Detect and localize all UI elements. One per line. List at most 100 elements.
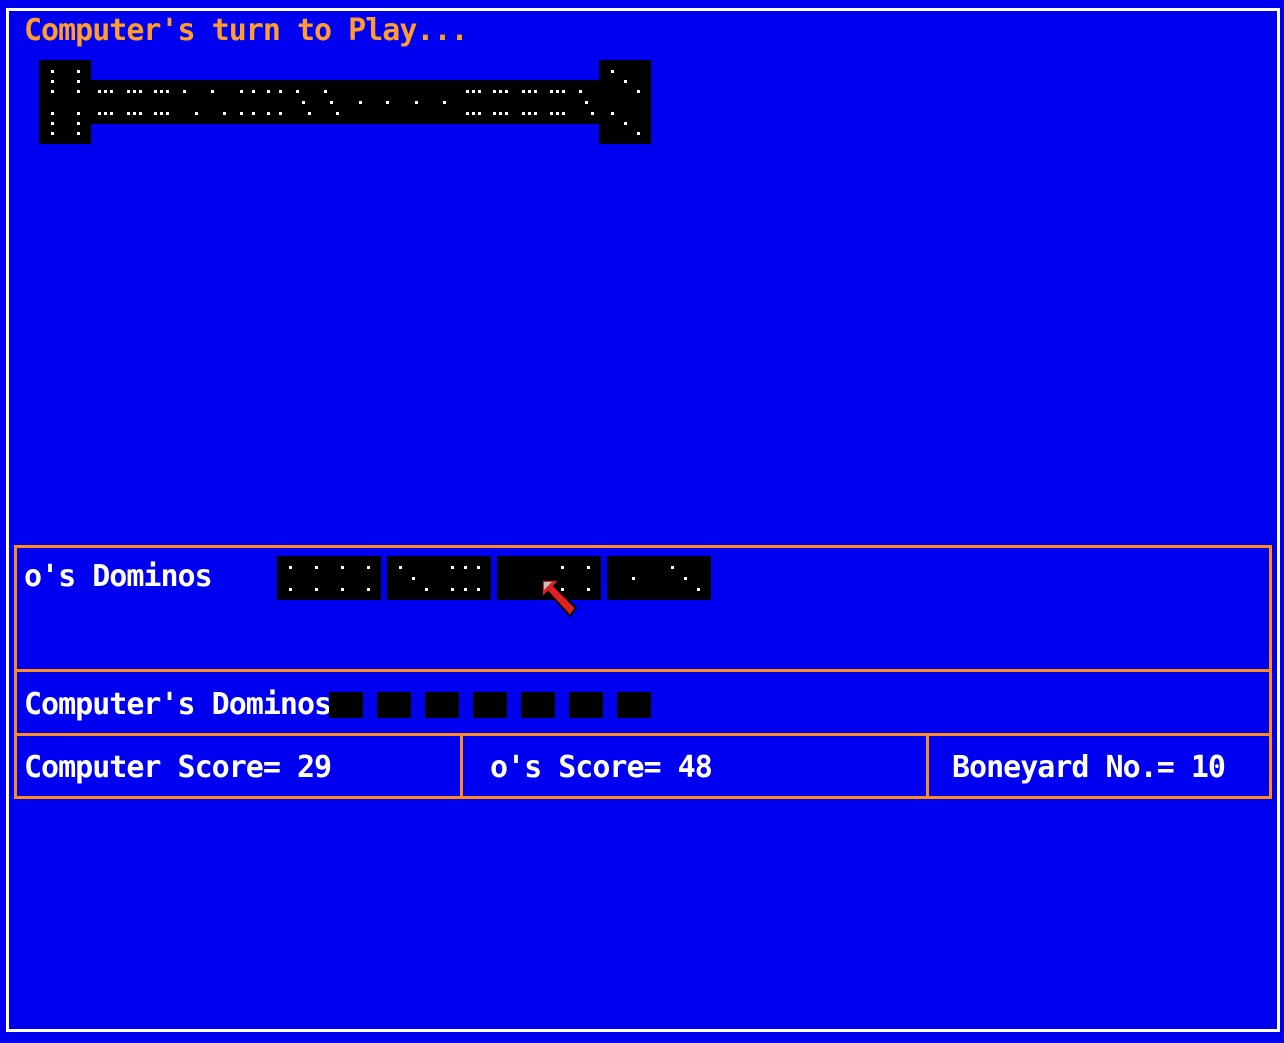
domino-pip bbox=[288, 566, 292, 570]
board-domino bbox=[204, 80, 261, 124]
domino-pip bbox=[587, 587, 591, 591]
domino-pip bbox=[521, 90, 525, 94]
domino-pip bbox=[223, 111, 227, 115]
hand-domino[interactable] bbox=[387, 556, 491, 600]
domino-pip bbox=[77, 122, 81, 125]
domino-pip bbox=[465, 90, 469, 94]
domino-pip bbox=[425, 587, 429, 591]
player-hand-label: o's Dominos bbox=[24, 559, 213, 594]
domino-pip bbox=[77, 80, 81, 83]
domino-pip bbox=[527, 111, 531, 115]
domino-pip bbox=[637, 90, 641, 94]
domino-pip bbox=[154, 111, 158, 115]
domino-pip bbox=[443, 101, 447, 104]
domino-pip bbox=[477, 111, 481, 115]
domino-pip bbox=[493, 90, 497, 94]
board-domino bbox=[91, 80, 148, 124]
board-domino bbox=[486, 80, 543, 124]
domino-pip bbox=[77, 111, 81, 115]
domino-pip bbox=[138, 90, 142, 94]
domino-pip bbox=[132, 111, 136, 115]
domino-pip bbox=[50, 80, 54, 83]
domino-pip bbox=[182, 90, 186, 94]
domino-pip bbox=[493, 111, 497, 115]
domino-pip bbox=[464, 566, 467, 570]
board-end-domino bbox=[599, 60, 651, 144]
domino-pip bbox=[166, 90, 170, 94]
domino-pip bbox=[610, 69, 614, 73]
domino-pip bbox=[239, 90, 243, 94]
domino-pip bbox=[251, 111, 255, 115]
facedown-domino bbox=[617, 692, 651, 718]
domino-pip bbox=[624, 80, 627, 83]
board-domino bbox=[260, 80, 317, 124]
domino-pip bbox=[315, 566, 319, 570]
domino-pip bbox=[414, 101, 418, 104]
domino-pip bbox=[50, 122, 54, 125]
domino-pip bbox=[239, 111, 243, 115]
board-domino bbox=[147, 80, 204, 124]
domino-pip bbox=[279, 111, 283, 115]
domino-pip bbox=[386, 101, 390, 104]
computer-hand-label: Computer's Dominos bbox=[24, 687, 332, 722]
domino-pip bbox=[398, 566, 402, 570]
facedown-domino bbox=[569, 692, 603, 718]
domino-pip bbox=[336, 111, 340, 115]
domino-pip bbox=[160, 90, 164, 94]
domino-pip bbox=[670, 566, 674, 570]
domino-pip bbox=[412, 577, 415, 580]
domino-pip bbox=[465, 111, 469, 115]
domino-pip bbox=[126, 90, 130, 94]
domino-pip bbox=[471, 111, 475, 115]
domino-pip bbox=[358, 101, 362, 104]
domino-pip bbox=[584, 101, 588, 104]
domino-pip bbox=[194, 111, 198, 115]
domino-pip bbox=[562, 111, 566, 115]
domino-pip bbox=[550, 111, 554, 115]
domino-pip bbox=[267, 111, 271, 115]
facedown-domino bbox=[521, 692, 555, 718]
board-end-domino bbox=[39, 60, 91, 144]
hand-domino[interactable] bbox=[607, 556, 711, 600]
domino-pip bbox=[471, 90, 475, 94]
hand-domino[interactable] bbox=[277, 556, 381, 600]
domino-pip bbox=[126, 111, 130, 115]
domino-pip bbox=[98, 111, 102, 115]
domino-pip bbox=[505, 111, 509, 115]
board-domino bbox=[543, 80, 600, 124]
domino-pip bbox=[632, 577, 635, 580]
domino-pip bbox=[50, 111, 54, 115]
domino-pip bbox=[104, 111, 108, 115]
facedown-domino bbox=[473, 692, 507, 718]
domino-pip bbox=[324, 90, 328, 94]
domino-pip bbox=[610, 111, 614, 115]
domino-pip bbox=[77, 90, 81, 94]
domino-pip bbox=[340, 587, 344, 591]
domino-pip bbox=[166, 111, 170, 115]
facedown-domino bbox=[425, 692, 459, 718]
domino-pip bbox=[330, 101, 334, 104]
domino-pip bbox=[550, 90, 554, 94]
domino-pip bbox=[533, 111, 537, 115]
domino-pip bbox=[477, 587, 481, 591]
domino-pip bbox=[450, 587, 454, 591]
domino-pip bbox=[138, 111, 142, 115]
domino-pip bbox=[450, 566, 454, 570]
domino-pip bbox=[77, 132, 81, 136]
domino-pip bbox=[697, 587, 701, 591]
domino-pip bbox=[587, 566, 591, 570]
board-domino bbox=[317, 80, 374, 124]
domino-pip bbox=[288, 587, 292, 591]
arrow-cursor-icon bbox=[541, 579, 578, 618]
domino-pip bbox=[637, 132, 641, 136]
domino-pip bbox=[110, 111, 114, 115]
domino-pip bbox=[464, 587, 467, 591]
domino-pip bbox=[279, 90, 283, 94]
domino-pip bbox=[267, 90, 271, 94]
domino-pip bbox=[50, 90, 54, 94]
domino-pip bbox=[251, 90, 255, 94]
computer-score: Computer Score= 29 bbox=[24, 750, 332, 785]
domino-pip bbox=[160, 111, 164, 115]
domino-pip bbox=[560, 566, 564, 570]
game-frame bbox=[6, 8, 1280, 1032]
